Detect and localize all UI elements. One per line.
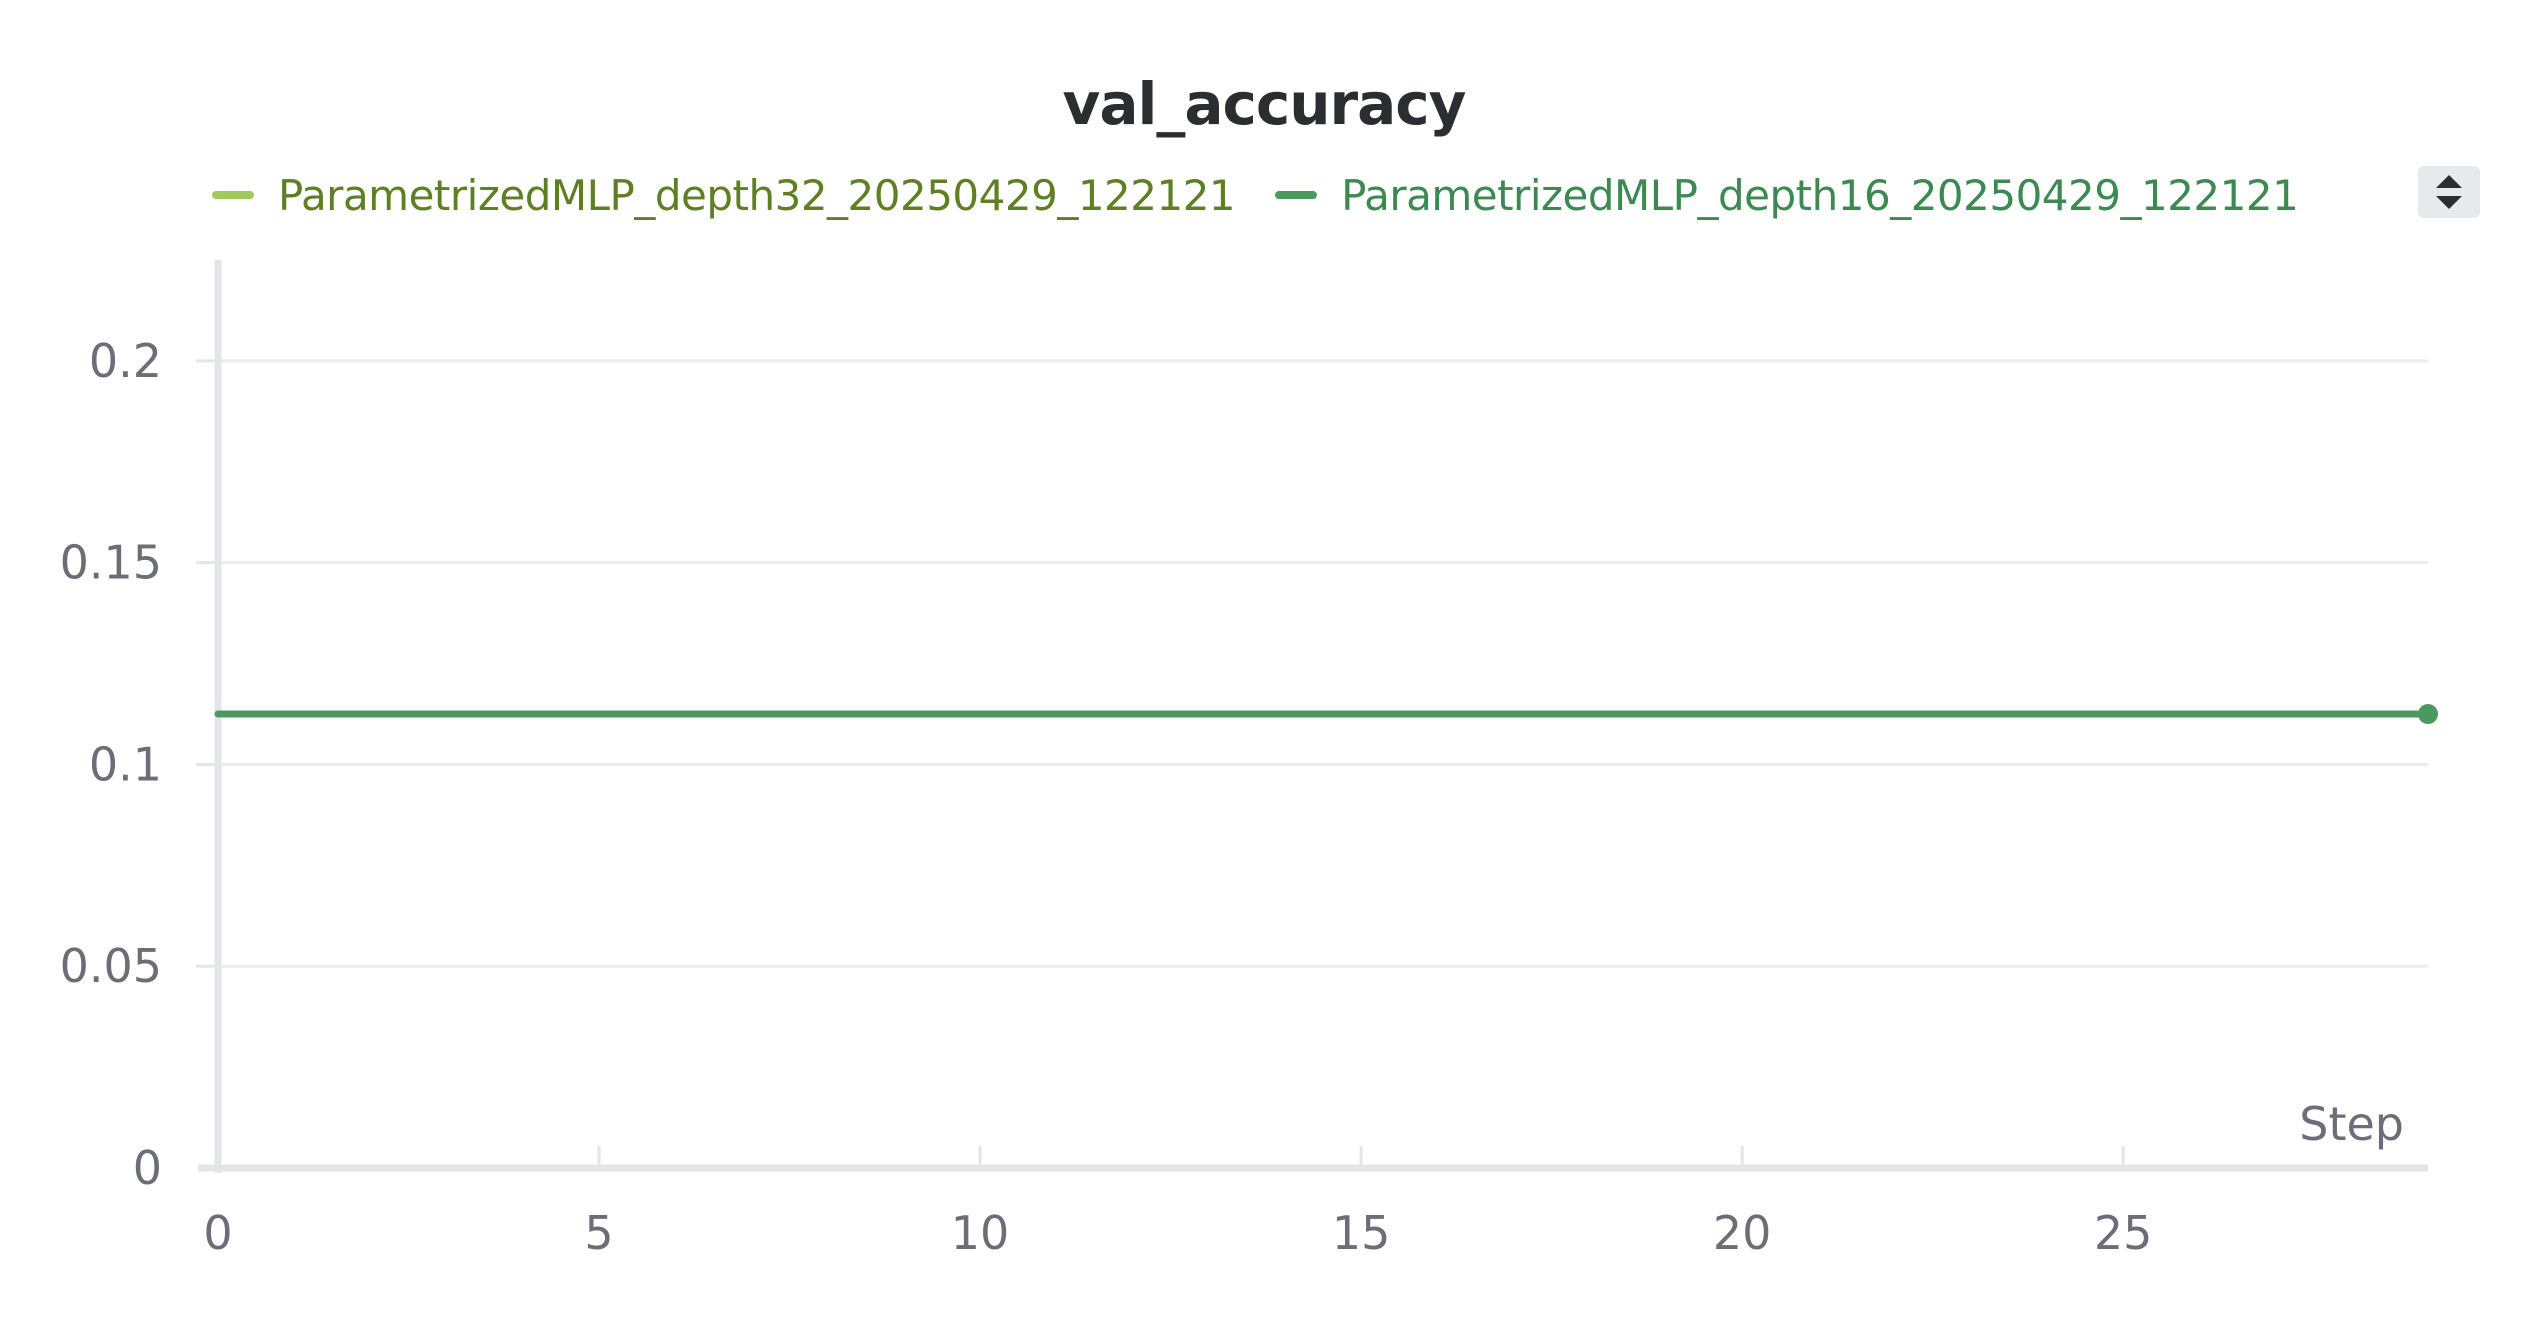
chart: val_accuracy ParametrizedMLP_depth32_202…: [0, 0, 2528, 1328]
series-end-point-1: [2418, 704, 2438, 724]
y-tick-label: 0.2: [89, 334, 162, 388]
x-tick-label: 20: [1713, 1206, 1772, 1260]
x-tick-label: 25: [2094, 1206, 2153, 1260]
x-tick-label: 10: [951, 1206, 1010, 1260]
plot-area: 0 0.05 0.1 0.15 0.2 0 5 10 15 20 25 Step: [60, 260, 2438, 1260]
x-tick-label: 15: [1332, 1206, 1391, 1260]
y-tick-label: 0.15: [60, 536, 162, 590]
y-tick-label: 0.1: [89, 737, 162, 791]
x-tick-label: 0: [203, 1206, 232, 1260]
x-tick-label: 5: [584, 1206, 613, 1260]
x-axis-label: Step: [2299, 1097, 2404, 1151]
y-tick-label: 0: [133, 1141, 162, 1195]
y-tick-label: 0.05: [60, 939, 162, 993]
